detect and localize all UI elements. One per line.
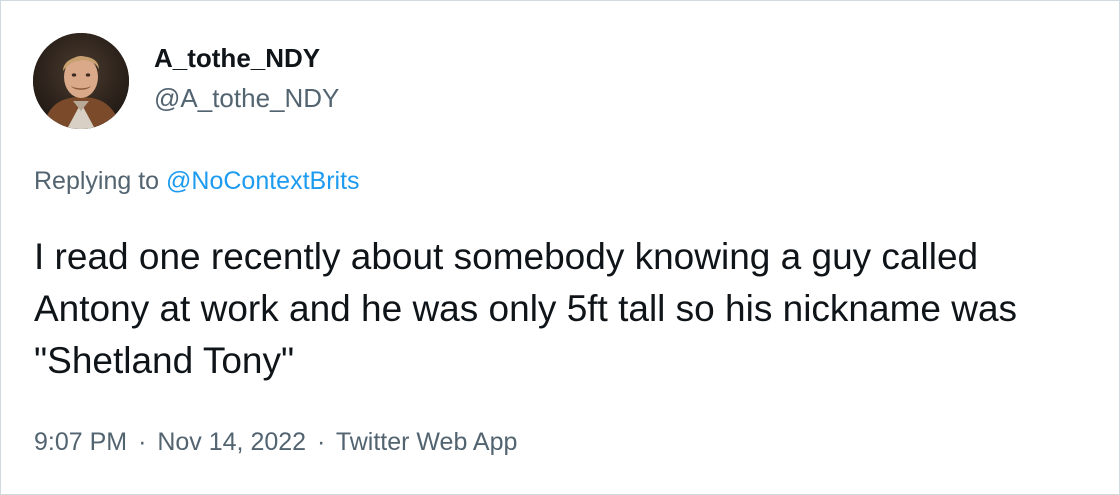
tweet-time[interactable]: 9:07 PM — [34, 428, 127, 456]
tweet-meta: 9:07 PM · Nov 14, 2022 · Twitter Web App — [34, 428, 517, 457]
replying-to-line: Replying to @NoContextBrits — [34, 167, 360, 196]
tweet-date[interactable]: Nov 14, 2022 — [157, 428, 306, 456]
avatar[interactable] — [33, 33, 129, 129]
author-display-name[interactable]: A_tothe_NDY — [154, 43, 320, 74]
tweet-card: A_tothe_NDY @A_tothe_NDY Replying to @No… — [0, 0, 1120, 495]
meta-separator: · — [317, 428, 326, 456]
reply-mention-link[interactable]: @NoContextBrits — [166, 167, 360, 195]
replying-to-label: Replying to — [34, 167, 160, 195]
tweet-text: I read one recently about somebody knowi… — [34, 236, 1018, 381]
author-handle[interactable]: @A_tothe_NDY — [154, 83, 339, 114]
meta-separator: · — [138, 428, 147, 456]
user-avatar-photo — [33, 33, 129, 129]
tweet-source[interactable]: Twitter Web App — [336, 428, 518, 456]
